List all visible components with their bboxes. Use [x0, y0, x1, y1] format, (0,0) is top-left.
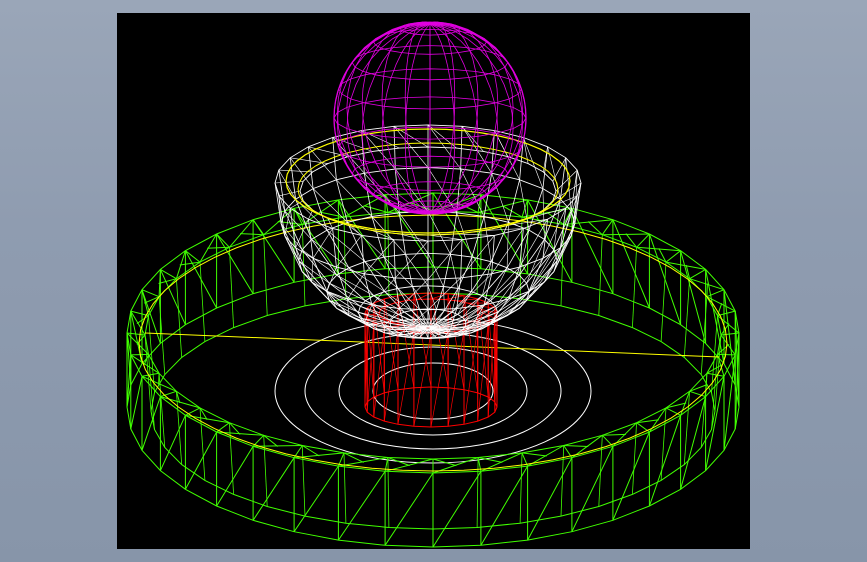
hemispherical-bowl: [274, 124, 582, 340]
cad-viewport[interactable]: [117, 13, 750, 549]
page: { "scene": { "background": "#000000", "p…: [0, 0, 867, 562]
cylinder-post: [364, 292, 498, 428]
base-ring: [126, 192, 740, 548]
sphere: [333, 21, 527, 215]
wireframe-scene: [126, 21, 740, 548]
